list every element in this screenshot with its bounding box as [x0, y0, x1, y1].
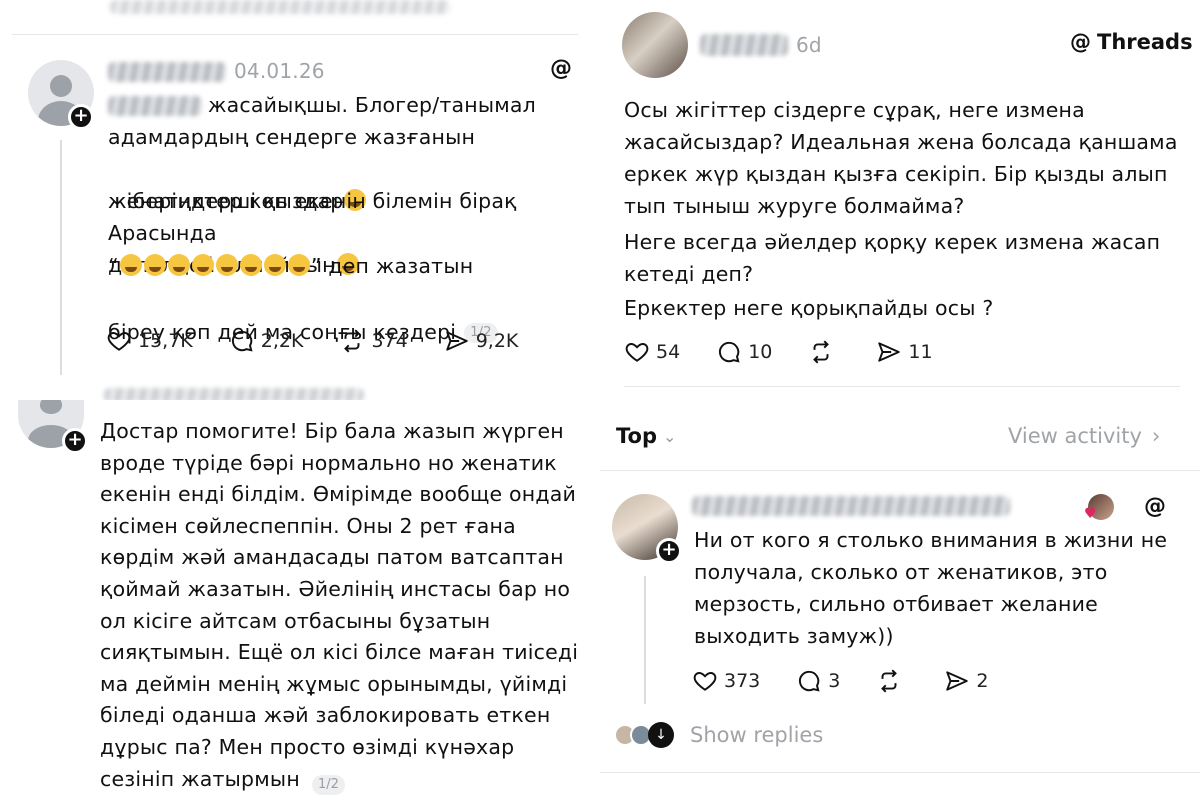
share-icon — [946, 671, 969, 691]
laughing-emoji-icon — [167, 254, 190, 276]
page-badge: 1/2 — [312, 775, 345, 795]
heart-icon — [625, 343, 649, 362]
show-replies-label: Show replies — [690, 723, 824, 747]
post-panel-3: + Достар помогите! Бір бала жазып жүрген… — [0, 400, 590, 804]
comment-text: Достар помогите! Бір бала жазып жүрген в… — [100, 419, 579, 791]
post-time: 6d — [796, 33, 822, 57]
partial-next-post — [104, 388, 364, 400]
divider — [600, 470, 1200, 471]
laughing-emoji-icon — [239, 254, 262, 276]
sort-dropdown[interactable]: Top ⌄ — [616, 424, 676, 448]
like-count: 15,7K — [138, 330, 193, 352]
repost-icon — [344, 329, 361, 353]
threads-icon[interactable]: @ — [550, 56, 572, 81]
share-count: 11 — [908, 341, 933, 363]
like-button[interactable]: 15,7K — [106, 328, 193, 354]
comment-count: 2,2K — [260, 330, 304, 352]
post-paragraph-3: Еркектер неге қорықпайды осы ? — [624, 296, 994, 320]
threads-label: Threads — [1097, 30, 1193, 54]
comment-count: 3 — [828, 670, 841, 692]
comment-button[interactable]: 2,2K — [229, 328, 304, 354]
heart-icon — [693, 672, 717, 691]
mention-blurred — [108, 96, 202, 116]
comment-button[interactable]: 10 — [716, 339, 772, 365]
partial-next-reply — [600, 772, 1200, 773]
post-actions: 15,7K 2,2K 374 9,2K — [106, 328, 518, 354]
comment-icon — [719, 341, 740, 363]
like-button[interactable]: 373 — [692, 668, 760, 694]
chevron-right-icon: › — [1151, 424, 1161, 448]
repost-button[interactable] — [876, 668, 908, 694]
comment-icon — [231, 330, 253, 352]
panel-gap-vertical — [590, 0, 600, 804]
laughing-emoji-icon — [215, 254, 238, 276]
follow-plus-icon[interactable]: + — [68, 104, 94, 130]
post-panel-2: 6d @ Threads Осы жігіттер сіздерге сұрақ… — [600, 0, 1200, 400]
comment-button[interactable]: 3 — [796, 668, 840, 694]
follow-plus-icon[interactable]: + — [656, 538, 682, 564]
post-date: 04.01.26 — [234, 59, 325, 83]
post-text-line-1: жасайықшы. Блогер/танымал — [208, 93, 536, 117]
comment-count: 10 — [748, 341, 773, 363]
share-button[interactable]: 9,2K — [444, 328, 519, 354]
post-text-line-2: адамдардың сендерге жазғанын — [108, 125, 476, 149]
laughing-emoji-icon — [143, 254, 166, 276]
post-text-line-4: женатиктер көп екенін білемін бірақ — [108, 189, 517, 213]
repost-count: 374 — [371, 330, 408, 352]
heart-icon — [107, 332, 131, 351]
like-count: 54 — [656, 341, 681, 363]
threads-icon[interactable]: @ — [1144, 494, 1166, 519]
threads-brand[interactable]: @ Threads — [1070, 30, 1193, 54]
repost-button[interactable]: 374 — [339, 328, 408, 354]
like-count: 373 — [724, 670, 761, 692]
repost-icon — [881, 669, 898, 693]
post-panel-4: Top ⌄ View activity › + ♥ @ Ни от кого я… — [600, 400, 1200, 804]
partial-post-above — [110, 0, 450, 14]
share-count: 9,2K — [475, 330, 519, 352]
arrow-down-icon: ↓ — [648, 722, 674, 748]
sort-label: Top — [616, 424, 657, 448]
laughing-emoji-icon — [119, 254, 142, 276]
share-icon — [445, 331, 468, 351]
avatar-photo[interactable] — [622, 12, 688, 78]
laughing-emoji-icon — [191, 254, 214, 276]
laughing-emoji-icon — [287, 254, 310, 276]
show-replies-row[interactable]: ↓ Show replies — [614, 722, 823, 748]
threads-icon: @ — [1070, 30, 1091, 54]
share-count: 2 — [976, 670, 989, 692]
repost-button[interactable] — [808, 339, 840, 365]
view-activity-label: View activity — [1008, 424, 1142, 448]
post-text-line-6: “” деп жазатын — [108, 254, 474, 278]
share-button[interactable]: 11 — [876, 339, 933, 365]
comment-icon — [799, 670, 820, 692]
divider — [624, 386, 1180, 387]
thread-line — [644, 576, 646, 704]
post-paragraph-2: Неге всегда әйелдер қорқу керек измена ж… — [624, 230, 1161, 286]
heart-icon: ♥ — [1084, 506, 1097, 522]
post-text-fragment: деп жазатын — [328, 254, 474, 278]
post-actions: 54 10 11 — [624, 339, 933, 365]
laughing-emoji-icon — [263, 254, 286, 276]
share-button[interactable]: 2 — [944, 668, 988, 694]
thread-line — [60, 140, 62, 375]
like-button[interactable]: 54 — [624, 339, 680, 365]
username-blurred — [692, 496, 1010, 516]
post-paragraph-1: Осы жігіттер сіздерге сұрақ, неге измена… — [624, 98, 1178, 218]
reply-text: Ни от кого я столько внимания в жизни не… — [694, 528, 1168, 648]
divider — [12, 34, 578, 35]
post-panel-1: + 04.01.26 @ жасайықшы. Блогер/танымал а… — [0, 0, 590, 400]
username-blurred — [700, 34, 788, 56]
chevron-down-icon: ⌄ — [663, 426, 677, 446]
follow-plus-icon[interactable]: + — [62, 428, 88, 454]
reply-actions: 373 3 2 — [692, 668, 988, 694]
username-blurred — [108, 62, 226, 82]
share-icon — [878, 342, 901, 362]
view-activity-link[interactable]: View activity › — [1008, 424, 1160, 448]
repost-icon — [813, 340, 830, 364]
